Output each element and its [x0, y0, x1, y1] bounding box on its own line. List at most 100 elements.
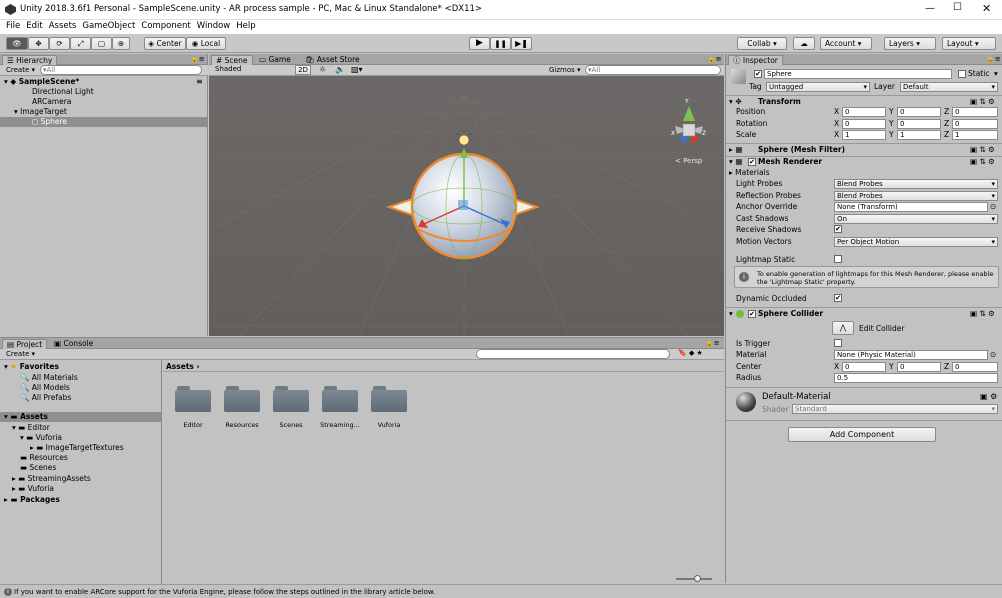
move-tool-button[interactable]: ✥: [28, 37, 49, 50]
mesh-renderer-settings-icon[interactable]: ▣ ⇅ ⚙: [970, 157, 995, 166]
material-settings-icon[interactable]: ▣ ⚙: [980, 392, 997, 401]
play-button[interactable]: ▶: [469, 37, 490, 50]
position-y-field[interactable]: 0: [897, 107, 941, 117]
gizmos-dropdown[interactable]: Gizmos ▾: [549, 66, 581, 74]
scene-menu-icon[interactable]: ≡: [196, 77, 203, 86]
lighting-toggle-icon[interactable]: ☼: [319, 65, 326, 74]
minimize-button[interactable]: —: [925, 3, 935, 14]
menu-gameobject[interactable]: GameObject: [82, 21, 135, 31]
tree-editor[interactable]: ▾ ▬ Editor: [12, 423, 50, 432]
icon-size-slider[interactable]: [676, 575, 712, 582]
menu-assets[interactable]: Assets: [49, 21, 77, 31]
materials-foldout[interactable]: ▸ Materials: [729, 168, 770, 177]
filter-icons[interactable]: 🔖 ◆ ★: [678, 349, 703, 357]
is-trigger-checkbox[interactable]: [834, 339, 842, 347]
step-button[interactable]: ▶❚: [511, 37, 532, 50]
menu-window[interactable]: Window: [197, 21, 231, 31]
mesh-renderer-enabled-checkbox[interactable]: ✔: [748, 158, 756, 166]
view-tool-button[interactable]: 👁: [6, 37, 28, 50]
tag-dropdown[interactable]: Untagged ▾: [766, 82, 870, 92]
radius-field[interactable]: 0.5: [834, 373, 998, 383]
fav-all-materials[interactable]: 🔍 All Materials: [20, 373, 78, 382]
folder-resources[interactable]: [224, 386, 260, 414]
close-button[interactable]: ✕: [982, 2, 991, 15]
assets-root-item[interactable]: ▾ ▬ Assets: [0, 412, 161, 422]
tab-console[interactable]: ▣ Console: [50, 339, 97, 349]
tree-imagetargettextures[interactable]: ▸ ▬ ImageTargetTextures: [30, 443, 124, 452]
layer-dropdown[interactable]: Default ▾: [900, 82, 998, 92]
shader-dropdown[interactable]: Standard ▾: [792, 404, 998, 414]
collider-settings-icon[interactable]: ▣ ⇅ ⚙: [970, 309, 995, 318]
hierarchy-item-arcamera[interactable]: ARCamera: [32, 97, 71, 106]
center-x-field[interactable]: 0: [842, 362, 886, 372]
mesh-renderer-header[interactable]: ▾ ▦ ✔ Mesh Renderer ▣ ⇅ ⚙: [726, 157, 1002, 168]
collab-button[interactable]: Collab ▾: [737, 37, 787, 50]
cloud-button[interactable]: ☁: [793, 37, 815, 50]
component-settings-icon[interactable]: ▣ ⇅ ⚙: [970, 97, 995, 106]
project-lock-icon[interactable]: 🔒≡: [705, 339, 720, 347]
position-z-field[interactable]: 0: [952, 107, 998, 117]
inspector-lock-icon[interactable]: 🔒≡: [986, 55, 1001, 63]
object-name-field[interactable]: Sphere: [764, 69, 952, 79]
tab-hierarchy[interactable]: ☰ Hierarchy: [2, 55, 58, 65]
shading-mode-dropdown[interactable]: Shaded: [213, 65, 291, 75]
mesh-filter-settings-icon[interactable]: ▣ ⇅ ⚙: [970, 145, 995, 154]
center-z-field[interactable]: 0: [952, 362, 998, 372]
rect-tool-button[interactable]: ▢: [91, 37, 112, 50]
tab-project[interactable]: ▤ Project: [2, 339, 48, 349]
hierarchy-create-button[interactable]: Create ▾: [6, 66, 35, 74]
menu-component[interactable]: Component: [141, 21, 190, 31]
scene-search-input[interactable]: ▾All: [585, 65, 721, 75]
rotation-z-field[interactable]: 0: [952, 119, 998, 129]
fav-all-prefabs[interactable]: 🔍 All Prefabs: [20, 393, 71, 402]
receive-shadows-checkbox[interactable]: ✔: [834, 225, 842, 233]
tree-scenes[interactable]: ▬ Scenes: [20, 463, 56, 472]
pivot-local-button[interactable]: ◉ Local: [186, 37, 226, 50]
scale-y-field[interactable]: 1: [897, 130, 941, 140]
rotation-y-field[interactable]: 0: [897, 119, 941, 129]
motion-vectors-dropdown[interactable]: Per Object Motion ▾: [834, 237, 998, 247]
folder-vuforia[interactable]: [371, 386, 407, 414]
pause-button[interactable]: ❚❚: [490, 37, 511, 50]
static-dropdown-icon[interactable]: ▾: [994, 69, 998, 78]
edit-collider-button[interactable]: ⋀: [832, 321, 854, 335]
tab-asset-store[interactable]: 🛍 Asset Store: [301, 55, 364, 65]
sphere-collider-header[interactable]: ▾ ✔ Sphere Collider ▣ ⇅ ⚙: [726, 309, 1002, 320]
object-picker-icon[interactable]: ⊙: [990, 202, 996, 211]
scene-lock-icon[interactable]: 🔒≡: [707, 55, 722, 63]
light-probes-dropdown[interactable]: Blend Probes ▾: [834, 179, 998, 189]
account-dropdown[interactable]: Account ▾: [820, 37, 872, 50]
hierarchy-item-imagetarget[interactable]: ▾ ImageTarget: [14, 107, 67, 116]
pivot-center-button[interactable]: ◈ Center: [144, 37, 186, 50]
lightmap-static-checkbox[interactable]: [834, 255, 842, 263]
layout-dropdown[interactable]: Layout ▾: [942, 37, 996, 50]
effects-dropdown-icon[interactable]: ▨▾: [351, 65, 363, 74]
tab-scene[interactable]: # Scene: [211, 55, 253, 65]
lock-icon[interactable]: 🔒≡: [190, 55, 205, 63]
folder-scenes[interactable]: [273, 386, 309, 414]
hierarchy-item-directional-light[interactable]: Directional Light: [32, 87, 94, 96]
tab-inspector[interactable]: ⓘ Inspector: [728, 55, 783, 65]
folder-streamingassets[interactable]: [322, 386, 358, 414]
collider-enabled-checkbox[interactable]: ✔: [748, 310, 756, 318]
mode-2d-button[interactable]: 2D: [295, 65, 311, 75]
hierarchy-item-sphere[interactable]: ◻ Sphere: [0, 117, 207, 127]
center-y-field[interactable]: 0: [897, 362, 941, 372]
physic-material-picker-icon[interactable]: ⊙: [990, 350, 996, 359]
scale-x-field[interactable]: 1: [842, 130, 886, 140]
active-checkbox[interactable]: ✔: [754, 70, 762, 78]
project-search-input[interactable]: [476, 349, 670, 359]
rotation-x-field[interactable]: 0: [842, 119, 886, 129]
static-checkbox[interactable]: [958, 70, 966, 78]
folder-editor[interactable]: [175, 386, 211, 414]
breadcrumb-assets[interactable]: Assets ›: [166, 362, 200, 371]
perspective-label[interactable]: < Persp: [675, 157, 702, 165]
tree-streamingassets[interactable]: ▸ ▬ StreamingAssets: [12, 474, 91, 483]
menu-help[interactable]: Help: [236, 21, 255, 31]
scale-z-field[interactable]: 1: [952, 130, 998, 140]
anchor-override-field[interactable]: None (Transform): [834, 202, 988, 212]
cast-shadows-dropdown[interactable]: On ▾: [834, 214, 998, 224]
fav-all-models[interactable]: 🔍 All Models: [20, 383, 70, 392]
scale-tool-button[interactable]: ⤢: [70, 37, 91, 50]
menu-edit[interactable]: Edit: [26, 21, 42, 31]
